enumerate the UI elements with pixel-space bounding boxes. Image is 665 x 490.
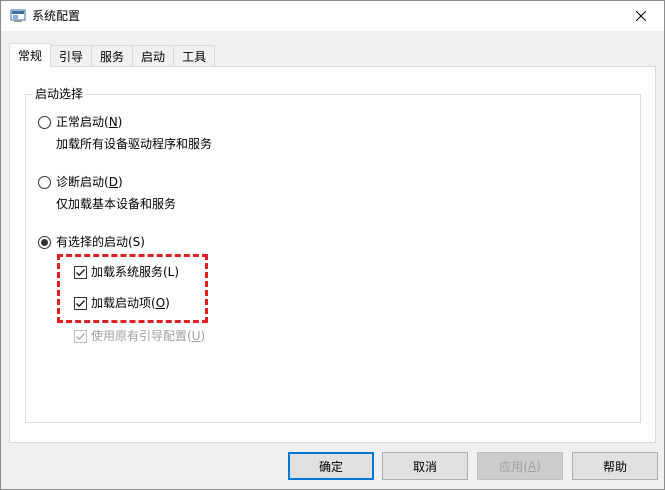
help-button[interactable]: 帮助	[572, 452, 658, 480]
tab-tools[interactable]: 工具	[173, 45, 216, 67]
load-startup-items-option[interactable]: 加载启动项(O)	[74, 295, 170, 311]
diagnostic-startup-description: 仅加载基本设备和服务	[56, 197, 177, 211]
tab-general[interactable]: 常规	[9, 43, 52, 67]
tab-startup[interactable]: 启动	[132, 45, 175, 67]
close-button[interactable]	[618, 1, 664, 31]
checkmark-icon	[75, 299, 86, 307]
normal-startup-description: 加载所有设备驱动程序和服务	[56, 137, 213, 151]
group-legend: 启动选择	[33, 87, 86, 101]
msconfig-app-icon	[10, 9, 26, 23]
load-system-services-checkbox[interactable]	[74, 265, 87, 279]
checkmark-icon	[75, 332, 86, 340]
apply-button: 应用(A)	[477, 452, 563, 480]
normal-startup-option[interactable]: 正常启动(N)	[38, 114, 122, 130]
normal-startup-label: 正常启动(N)	[56, 115, 123, 129]
diagnostic-startup-option[interactable]: 诊断启动(D)	[38, 174, 123, 190]
checkmark-icon	[75, 268, 86, 276]
ok-button[interactable]: 确定	[288, 452, 374, 480]
load-startup-items-label: 加载启动项(O)	[91, 296, 170, 310]
selective-startup-radio[interactable]	[38, 235, 51, 249]
general-tab-panel: 启动选择 正常启动(N) 加载所有设备驱动程序和服务 诊断启动(D) 仅加载基本…	[9, 66, 656, 443]
close-icon	[636, 11, 646, 21]
normal-startup-radio[interactable]	[38, 115, 51, 129]
selective-startup-label: 有选择的启动(S)	[56, 235, 145, 249]
tab-strip: 常规 引导 服务 启动 工具	[9, 43, 216, 67]
use-original-boot-config-option: 使用原有引导配置(U)	[74, 328, 205, 344]
load-startup-items-checkbox[interactable]	[74, 296, 87, 310]
cancel-button[interactable]: 取消	[382, 452, 468, 480]
system-config-window: 系统配置 常规 引导 服务 启动 工具 启动选择 正常启动(N) 加载所有设备驱…	[0, 0, 665, 490]
startup-selection-group: 启动选择 正常启动(N) 加载所有设备驱动程序和服务 诊断启动(D) 仅加载基本…	[25, 87, 641, 423]
diagnostic-startup-radio[interactable]	[38, 175, 51, 189]
use-original-boot-config-label: 使用原有引导配置(U)	[91, 329, 206, 343]
title-bar[interactable]: 系统配置	[1, 1, 664, 31]
load-system-services-label: 加载系统服务(L)	[91, 265, 180, 279]
window-title: 系统配置	[32, 9, 81, 23]
tab-services[interactable]: 服务	[91, 45, 134, 67]
load-system-services-option[interactable]: 加载系统服务(L)	[74, 264, 179, 280]
diagnostic-startup-label: 诊断启动(D)	[56, 175, 123, 189]
tab-boot[interactable]: 引导	[50, 45, 93, 67]
use-original-boot-config-checkbox	[74, 329, 87, 343]
selective-startup-option[interactable]: 有选择的启动(S)	[38, 234, 145, 250]
